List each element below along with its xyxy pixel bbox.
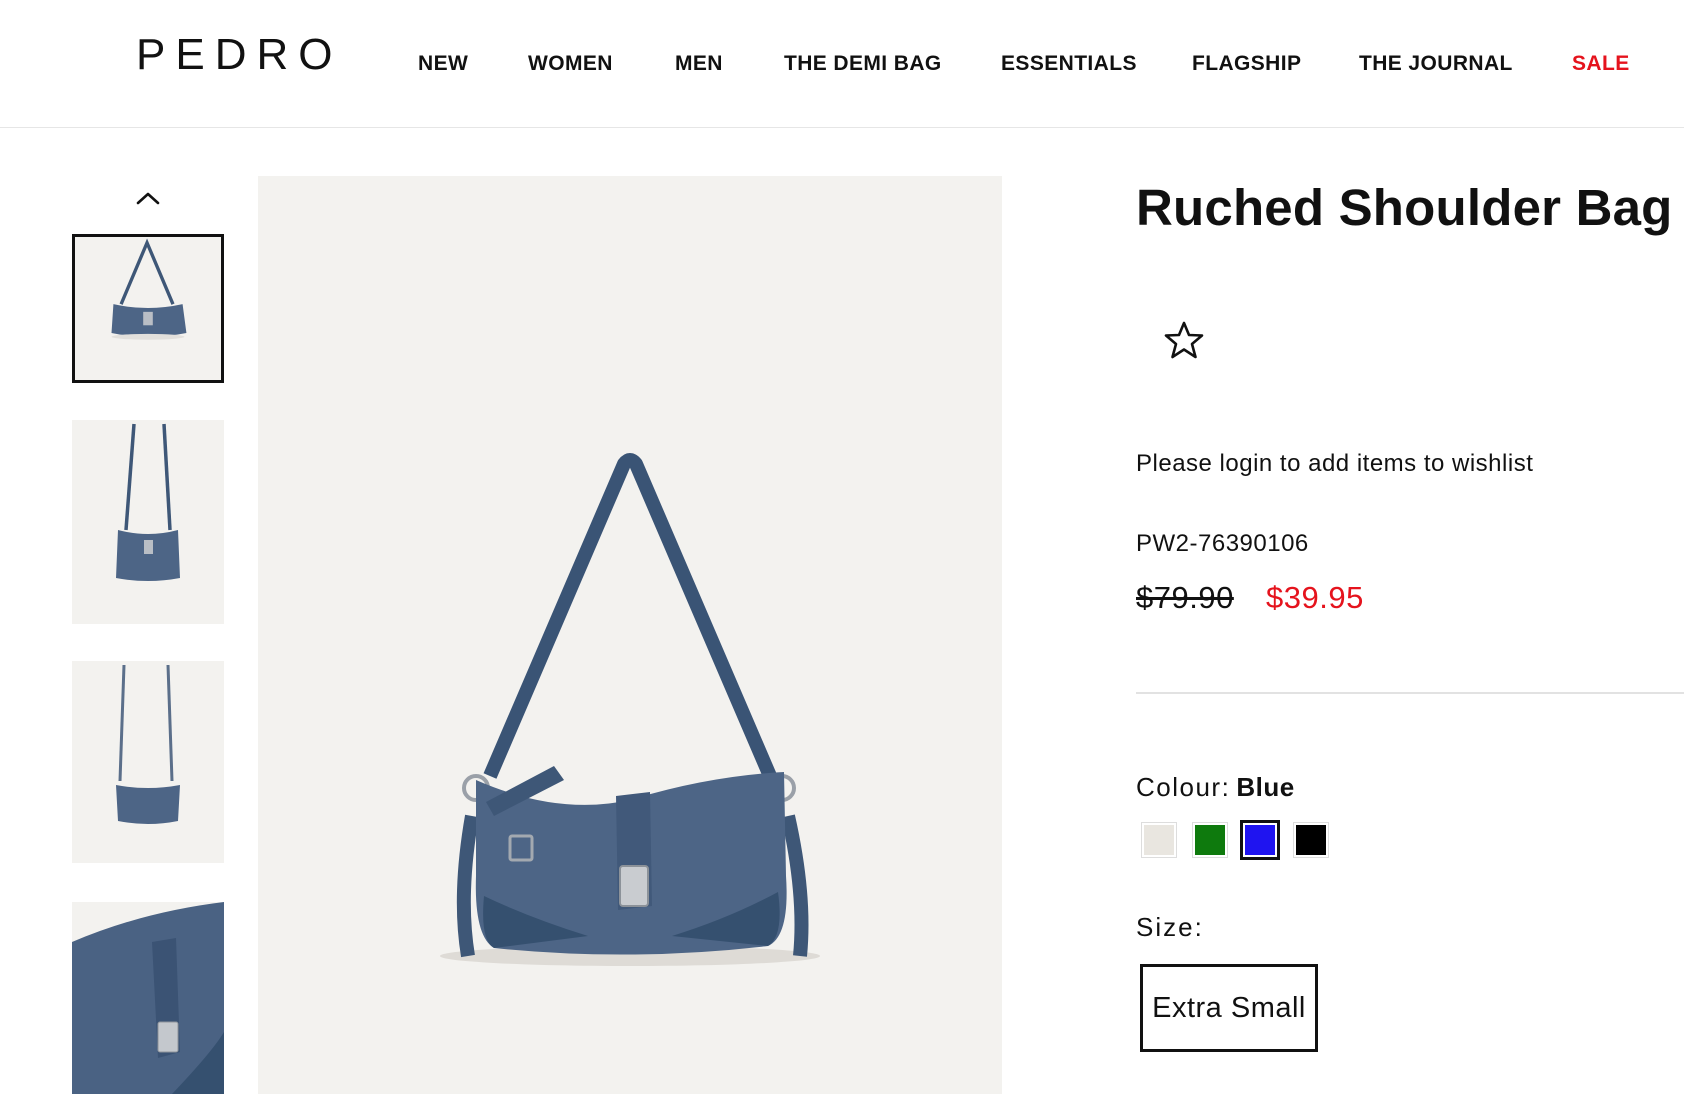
bag-crossbody-thumbnail-image	[72, 420, 224, 624]
product-title: Ruched Shoulder Bag	[1136, 179, 1673, 236]
bag-detail-thumbnail-image	[72, 902, 224, 1094]
wishlist-login-message: Please login to add items to wishlist	[1136, 450, 1534, 477]
brand-logo[interactable]: PEDRO	[136, 30, 342, 80]
selected-colour-name: Blue	[1236, 772, 1295, 802]
bag-front-thumbnail-image	[75, 237, 221, 380]
thumbnail-front[interactable]	[72, 234, 224, 383]
product-info-panel: Ruched Shoulder Bag Please login to add …	[1136, 0, 1684, 1094]
colour-swatch-blue[interactable]	[1240, 820, 1280, 860]
chevron-up-icon	[136, 192, 160, 205]
thumbnail-crossbody-front[interactable]	[72, 420, 224, 624]
colour-swatch-chalk[interactable]	[1141, 822, 1177, 858]
main-product-image	[258, 176, 1002, 1094]
size-label: Size:	[1136, 912, 1204, 942]
colour-swatch-black[interactable]	[1293, 822, 1329, 858]
thumbnail-scroll-up-button[interactable]	[130, 184, 166, 212]
nav-item-the-demi-bag[interactable]: THE DEMI BAG	[784, 52, 942, 76]
original-price: $79.90	[1136, 580, 1234, 615]
thumbnail-crossbody-angle[interactable]	[72, 661, 224, 863]
bag-main-image	[258, 176, 1002, 1094]
nav-item-women[interactable]: WOMEN	[528, 52, 613, 76]
nav-item-new[interactable]: NEW	[418, 52, 468, 76]
bag-angle-thumbnail-image	[72, 661, 224, 863]
colour-label: Colour:	[1136, 772, 1231, 802]
wishlist-button[interactable]	[1162, 318, 1206, 362]
product-sku: PW2-76390106	[1136, 530, 1309, 557]
divider	[1136, 692, 1684, 694]
star-outline-icon	[1164, 321, 1204, 359]
colour-swatch-green[interactable]	[1192, 822, 1228, 858]
colour-selection-label: Colour: Blue	[1136, 772, 1295, 803]
thumbnail-detail-closeup[interactable]	[72, 902, 224, 1094]
size-option-extra-small[interactable]: Extra Small	[1140, 964, 1318, 1052]
nav-item-essentials[interactable]: ESSENTIALS	[1001, 52, 1137, 76]
sale-price: $39.95	[1266, 580, 1364, 615]
nav-item-men[interactable]: MEN	[675, 52, 723, 76]
